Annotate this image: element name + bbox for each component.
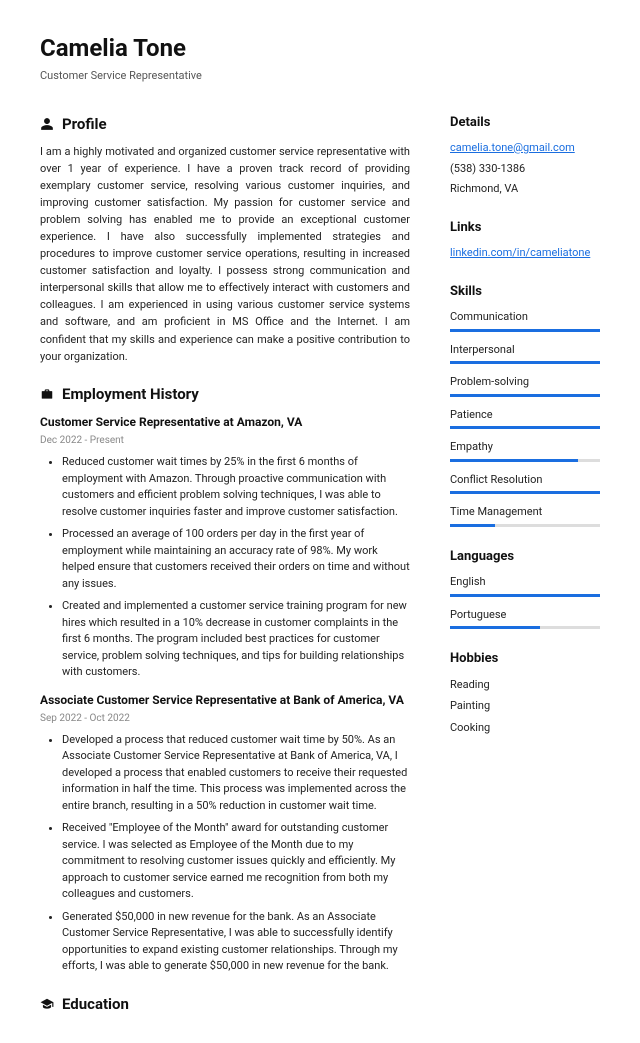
links-section: Links linkedin.com/in/cameliatone bbox=[450, 218, 600, 262]
job-bullet: Developed a process that reduced custome… bbox=[62, 732, 410, 815]
employment-heading-text: Employment History bbox=[62, 383, 199, 406]
skill-bar-fill bbox=[450, 459, 578, 462]
job-bullet: Reduced customer wait times by 25% in th… bbox=[62, 454, 410, 520]
sidebar: Details camelia.tone@gmail.com (538) 330… bbox=[450, 113, 600, 1034]
profile-text: I am a highly motivated and organized cu… bbox=[40, 143, 410, 365]
language-bar bbox=[450, 626, 600, 629]
details-heading: Details bbox=[450, 113, 600, 133]
details-section: Details camelia.tone@gmail.com (538) 330… bbox=[450, 113, 600, 198]
employment-heading: Employment History bbox=[40, 383, 410, 406]
skill-item: Patience bbox=[450, 407, 600, 430]
skill-bar bbox=[450, 394, 600, 397]
job-title: Associate Customer Service Representativ… bbox=[40, 691, 410, 709]
briefcase-icon bbox=[40, 387, 54, 401]
skill-bar-fill bbox=[450, 394, 600, 397]
skill-bar-fill bbox=[450, 329, 600, 332]
skill-label: Time Management bbox=[450, 504, 600, 521]
hobby-item: Painting bbox=[450, 698, 600, 715]
job-entry: Customer Service Representative at Amazo… bbox=[40, 413, 410, 681]
skills-heading: Skills bbox=[450, 282, 600, 302]
skill-item: Empathy bbox=[450, 439, 600, 462]
skill-bar bbox=[450, 361, 600, 364]
language-bar-fill bbox=[450, 626, 540, 629]
language-bar bbox=[450, 594, 600, 597]
hobby-item: Reading bbox=[450, 677, 600, 694]
skill-bar bbox=[450, 426, 600, 429]
languages-section: Languages English Portuguese bbox=[450, 547, 600, 630]
skill-label: Patience bbox=[450, 407, 600, 424]
hobby-item: Cooking bbox=[450, 720, 600, 737]
language-bar-fill bbox=[450, 594, 600, 597]
skill-label: Communication bbox=[450, 309, 600, 326]
job-subtitle: Customer Service Representative bbox=[40, 68, 600, 85]
job-bullet: Received "Employee of the Month" award f… bbox=[62, 820, 410, 903]
job-bullets: Reduced customer wait times by 25% in th… bbox=[40, 454, 410, 681]
education-heading: Education bbox=[40, 993, 410, 1016]
email-link[interactable]: camelia.tone@gmail.com bbox=[450, 141, 575, 154]
profile-heading-text: Profile bbox=[62, 113, 107, 136]
profile-section: Profile I am a highly motivated and orga… bbox=[40, 113, 410, 365]
skills-section: Skills Communication Interpersonal Problem… bbox=[450, 282, 600, 527]
language-item: Portuguese bbox=[450, 607, 600, 630]
hobbies-section: Hobbies Reading Painting Cooking bbox=[450, 649, 600, 736]
skill-label: Conflict Resolution bbox=[450, 472, 600, 489]
skill-bar bbox=[450, 491, 600, 494]
skill-bar bbox=[450, 459, 600, 462]
header: Camelia Tone Customer Service Representa… bbox=[40, 30, 600, 85]
education-heading-text: Education bbox=[62, 993, 129, 1016]
job-date: Sep 2022 - Oct 2022 bbox=[40, 711, 410, 726]
profile-heading: Profile bbox=[40, 113, 410, 136]
skill-item: Conflict Resolution bbox=[450, 472, 600, 495]
skill-bar-fill bbox=[450, 524, 495, 527]
layout: Profile I am a highly motivated and orga… bbox=[40, 113, 600, 1034]
hobbies-heading: Hobbies bbox=[450, 649, 600, 669]
skill-item: Problem-solving bbox=[450, 374, 600, 397]
language-label: English bbox=[450, 574, 600, 591]
skill-bar-fill bbox=[450, 491, 600, 494]
job-title: Customer Service Representative at Amazo… bbox=[40, 413, 410, 431]
skill-bar bbox=[450, 524, 600, 527]
skill-item: Time Management bbox=[450, 504, 600, 527]
language-label: Portuguese bbox=[450, 607, 600, 624]
linkedin-link[interactable]: linkedin.com/in/cameliatone bbox=[450, 246, 590, 259]
skill-item: Interpersonal bbox=[450, 342, 600, 365]
language-item: English bbox=[450, 574, 600, 597]
languages-heading: Languages bbox=[450, 547, 600, 567]
skill-bar-fill bbox=[450, 361, 600, 364]
person-icon bbox=[40, 117, 54, 131]
skill-bar bbox=[450, 329, 600, 332]
phone-text: (538) 330-1386 bbox=[450, 161, 600, 178]
main-column: Profile I am a highly motivated and orga… bbox=[40, 113, 410, 1034]
skill-bar-fill bbox=[450, 426, 600, 429]
education-section: Education bbox=[40, 993, 410, 1016]
skill-label: Interpersonal bbox=[450, 342, 600, 359]
skill-label: Problem-solving bbox=[450, 374, 600, 391]
links-heading: Links bbox=[450, 218, 600, 238]
job-bullet: Created and implemented a customer servi… bbox=[62, 598, 410, 681]
employment-section: Employment History Customer Service Repr… bbox=[40, 383, 410, 975]
job-bullets: Developed a process that reduced custome… bbox=[40, 732, 410, 975]
name: Camelia Tone bbox=[40, 30, 600, 66]
location-text: Richmond, VA bbox=[450, 181, 600, 198]
job-bullet: Processed an average of 100 orders per d… bbox=[62, 526, 410, 592]
job-date: Dec 2022 - Present bbox=[40, 433, 410, 448]
graduation-cap-icon bbox=[40, 997, 54, 1011]
skill-item: Communication bbox=[450, 309, 600, 332]
skill-label: Empathy bbox=[450, 439, 600, 456]
job-entry: Associate Customer Service Representativ… bbox=[40, 691, 410, 975]
job-bullet: Generated $50,000 in new revenue for the… bbox=[62, 909, 410, 975]
